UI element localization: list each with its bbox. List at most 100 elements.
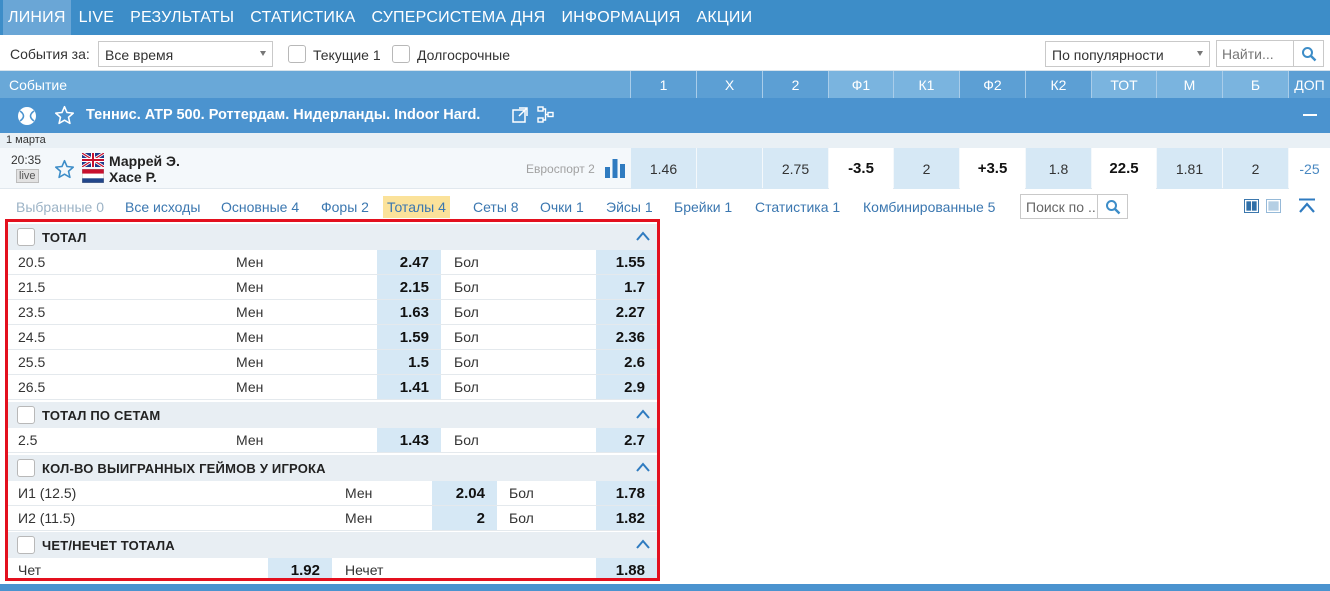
tab-handicaps[interactable]: Форы 2 — [317, 196, 373, 218]
column-header-2[interactable]: 2 — [762, 71, 828, 98]
over-odd[interactable]: 1.55 — [596, 250, 657, 274]
under-odd[interactable]: 1.41 — [377, 375, 441, 399]
tab-totals[interactable]: Тоталы 4 — [383, 196, 450, 218]
tournament-header[interactable]: Теннис. ATP 500. Роттердам. Нидерланды. … — [0, 98, 1330, 133]
bracket-icon[interactable] — [537, 106, 554, 124]
market-checkbox[interactable] — [17, 536, 35, 554]
period-select[interactable]: Все время — [98, 41, 273, 67]
column-header-extra[interactable]: ДОП — [1288, 71, 1330, 98]
odd-odd[interactable]: 1.88 — [596, 558, 657, 578]
collapse-tournament-button[interactable] — [1303, 114, 1317, 116]
favorite-star-icon[interactable] — [54, 105, 75, 126]
under-odd[interactable]: 1.63 — [377, 300, 441, 324]
market-search-input[interactable] — [1021, 195, 1097, 218]
over-odd[interactable]: 2.9 — [596, 375, 657, 399]
market-header-odd-even[interactable]: ЧЕТ/НЕЧЕТ ТОТАЛА — [8, 532, 657, 558]
tab-selected[interactable]: Выбранные 0 — [12, 196, 108, 218]
even-odd[interactable]: 1.92 — [268, 558, 332, 578]
longterm-checkbox[interactable] — [392, 45, 410, 63]
over-label: Бол — [454, 354, 479, 370]
under-odd[interactable]: 2 — [432, 506, 497, 530]
nav-item-promos[interactable]: АКЦИИ — [688, 0, 760, 35]
total-under-odd[interactable]: 1.81 — [1157, 148, 1222, 189]
under-odd[interactable]: 1.43 — [377, 428, 441, 452]
tab-main[interactable]: Основные 4 — [217, 196, 303, 218]
column-header-under[interactable]: М — [1156, 71, 1222, 98]
total-line-value: 24.5 — [18, 329, 46, 345]
favorite-star-icon[interactable] — [54, 159, 75, 180]
total-over-odd[interactable]: 2 — [1223, 148, 1288, 189]
tab-statistics[interactable]: Статистика 1 — [751, 196, 844, 218]
nav-item-statistics[interactable]: СТАТИСТИКА — [242, 0, 363, 35]
over-odd[interactable]: 1.78 — [596, 481, 657, 505]
sort-select[interactable]: По популярности — [1045, 41, 1210, 67]
odd-1[interactable]: 1.46 — [631, 148, 696, 189]
under-odd[interactable]: 2.47 — [377, 250, 441, 274]
column-header-over[interactable]: Б — [1222, 71, 1288, 98]
external-link-icon[interactable] — [512, 107, 528, 123]
nav-item-live[interactable]: LIVE — [71, 0, 123, 35]
market-title: ТОТАЛ ПО СЕТАМ — [42, 408, 161, 423]
games-won-row: И1 (12.5) Мен 2.04 Бол 1.78 — [8, 481, 657, 506]
column-header-f1[interactable]: Ф1 — [828, 71, 893, 98]
nav-item-results[interactable]: РЕЗУЛЬТАТЫ — [122, 0, 242, 35]
over-odd[interactable]: 1.82 — [596, 506, 657, 530]
market-checkbox[interactable] — [17, 228, 35, 246]
nav-item-info[interactable]: ИНФОРМАЦИЯ — [553, 0, 688, 35]
odd-2[interactable]: 2.75 — [763, 148, 828, 189]
chevron-up-icon[interactable] — [635, 230, 651, 242]
match-teams[interactable]: Маррей Э. Хасе Р. — [109, 153, 180, 185]
tab-points[interactable]: Очки 1 — [536, 196, 588, 218]
current-checkbox[interactable] — [288, 45, 306, 63]
market-checkbox[interactable] — [17, 459, 35, 477]
market-header-total[interactable]: ТОТАЛ — [8, 224, 657, 250]
tab-sets[interactable]: Сеты 8 — [469, 196, 523, 218]
under-label: Мен — [236, 329, 264, 345]
total-line-value: 2.5 — [18, 432, 38, 448]
search-input[interactable] — [1217, 41, 1289, 66]
column-header-k2[interactable]: К2 — [1025, 71, 1091, 98]
totals-markets-panel: ТОТАЛ 20.5 Мен 2.47 Бол 1.55 21.5 Мен 2.… — [5, 219, 660, 581]
statistics-chart-icon[interactable] — [604, 157, 626, 179]
over-odd[interactable]: 2.7 — [596, 428, 657, 452]
nav-item-line[interactable]: ЛИНИЯ — [3, 0, 71, 35]
tab-breaks[interactable]: Брейки 1 — [670, 196, 736, 218]
column-header-f2[interactable]: Ф2 — [959, 71, 1025, 98]
two-column-view-icon[interactable] — [1244, 199, 1259, 213]
total-row: 21.5 Мен 2.15 Бол 1.7 — [8, 275, 657, 300]
search-button[interactable] — [1293, 41, 1323, 66]
column-header-1[interactable]: 1 — [630, 71, 696, 98]
longterm-label: Долгосрочные — [417, 47, 511, 63]
under-label: Мен — [236, 304, 264, 320]
market-header-games-won[interactable]: КОЛ-ВО ВЫИГРАННЫХ ГЕЙМОВ У ИГРОКА — [8, 455, 657, 481]
handicap-1-odd[interactable]: 2 — [894, 148, 959, 189]
market-header-sets-total[interactable]: ТОТАЛ ПО СЕТАМ — [8, 402, 657, 428]
tab-aces[interactable]: Эйсы 1 — [602, 196, 657, 218]
over-odd[interactable]: 2.36 — [596, 325, 657, 349]
search-icon — [1301, 46, 1316, 61]
chevron-up-icon[interactable] — [635, 461, 651, 473]
column-header-x[interactable]: X — [696, 71, 762, 98]
tab-all-outcomes[interactable]: Все исходы — [121, 196, 204, 218]
column-header-total[interactable]: ТОТ — [1091, 71, 1156, 98]
chevron-up-icon[interactable] — [635, 408, 651, 420]
column-header-k1[interactable]: К1 — [893, 71, 959, 98]
market-checkbox[interactable] — [17, 406, 35, 424]
collapse-all-icon[interactable] — [1298, 198, 1316, 215]
over-odd[interactable]: 1.7 — [596, 275, 657, 299]
single-column-view-icon[interactable] — [1266, 199, 1281, 213]
under-odd[interactable]: 1.59 — [377, 325, 441, 349]
over-odd[interactable]: 2.6 — [596, 350, 657, 374]
nav-item-supersystem[interactable]: СУПЕРСИСТЕМА ДНЯ — [363, 0, 553, 35]
handicap-2-odd[interactable]: 1.8 — [1026, 148, 1091, 189]
under-odd[interactable]: 2.04 — [432, 481, 497, 505]
odd-x[interactable] — [697, 148, 762, 189]
more-markets-count[interactable]: -25 — [1289, 148, 1330, 189]
total-line-value: 25.5 — [18, 354, 46, 370]
tab-combined[interactable]: Комбинированные 5 — [859, 196, 999, 218]
market-search-button[interactable] — [1097, 195, 1127, 218]
under-odd[interactable]: 2.15 — [377, 275, 441, 299]
under-odd[interactable]: 1.5 — [377, 350, 441, 374]
over-odd[interactable]: 2.27 — [596, 300, 657, 324]
chevron-up-icon[interactable] — [635, 538, 651, 550]
